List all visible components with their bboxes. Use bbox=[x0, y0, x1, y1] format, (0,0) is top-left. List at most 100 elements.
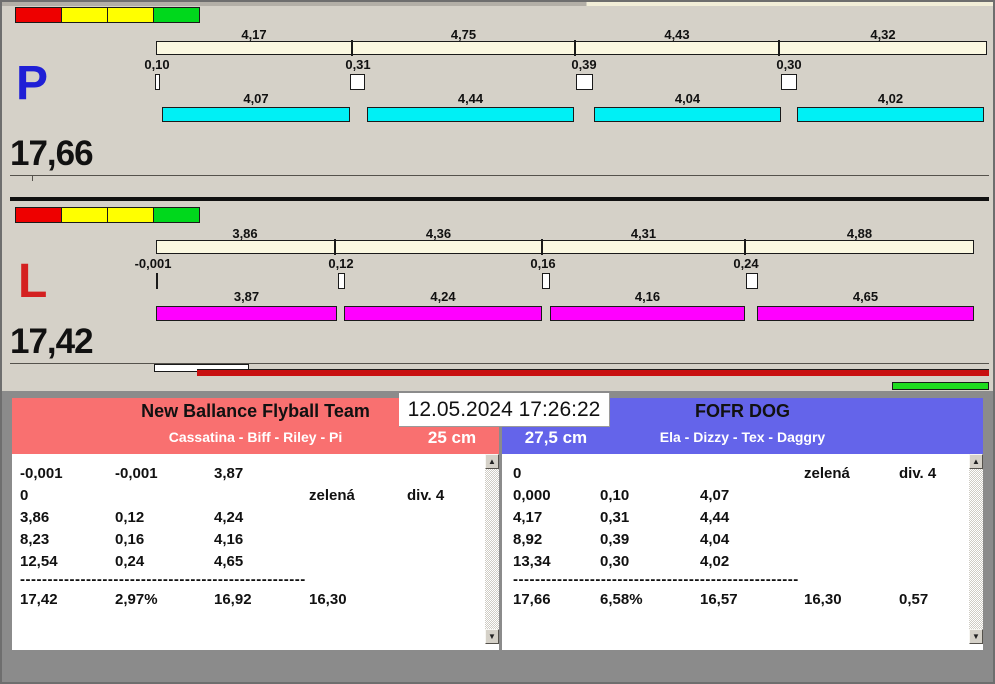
changeover-label: 0,12 bbox=[328, 256, 354, 271]
cell bbox=[804, 507, 899, 529]
cell bbox=[899, 551, 969, 573]
split-time-label: 4,43 bbox=[664, 27, 690, 42]
table-row: 0 zelená div. 4 bbox=[12, 485, 485, 507]
dog-time-label: 4,44 bbox=[457, 91, 484, 106]
top-edge-strip bbox=[2, 2, 993, 6]
dog-time-bar-p bbox=[797, 107, 984, 122]
progress-bar-red bbox=[197, 369, 989, 376]
team-right-scrollbar[interactable]: ▲ ▼ bbox=[969, 454, 983, 644]
cell bbox=[309, 463, 407, 485]
changeover-label: 0,30 bbox=[776, 57, 802, 72]
split-time-label: 4,31 bbox=[630, 226, 657, 241]
cell: 17,66 bbox=[513, 591, 551, 608]
split-time-label: 4,17 bbox=[241, 27, 267, 42]
dog-time-label: 4,24 bbox=[430, 289, 456, 304]
cell: 4,44 bbox=[700, 509, 730, 526]
changeover-box bbox=[781, 74, 797, 90]
cell bbox=[214, 485, 309, 507]
table-row: 3,86 0,12 4,24 bbox=[12, 507, 485, 529]
cell: 8,92 bbox=[513, 531, 543, 548]
changeover-label: 0,16 bbox=[530, 256, 556, 271]
lane-p-letter: P bbox=[16, 57, 49, 110]
cell: 0 bbox=[20, 487, 29, 504]
split-divider bbox=[351, 40, 353, 56]
cell: 16,30 bbox=[309, 591, 347, 608]
cell bbox=[407, 551, 485, 573]
cell: 17,42 bbox=[20, 591, 58, 608]
light-yellow-icon bbox=[107, 207, 154, 223]
scroll-down-icon[interactable]: ▼ bbox=[969, 629, 983, 644]
changeover-label: -0,001 bbox=[134, 256, 172, 271]
dog-time-label: 4,02 bbox=[877, 91, 904, 106]
split-time-label: 4,75 bbox=[450, 27, 477, 42]
changeover-box bbox=[338, 273, 345, 289]
cell: 8,23 bbox=[20, 531, 50, 548]
dog-time-label: 4,04 bbox=[674, 91, 701, 106]
cell: -0,001 bbox=[115, 465, 158, 482]
cell bbox=[115, 485, 214, 507]
dog-time-label: 4,16 bbox=[634, 289, 661, 304]
split-divider bbox=[744, 239, 746, 255]
cell: 16,57 bbox=[700, 591, 738, 608]
cell: zelená bbox=[804, 465, 850, 482]
light-yellow-icon bbox=[107, 7, 154, 23]
cell: 0,10 bbox=[600, 487, 630, 504]
cell: 6,58% bbox=[600, 591, 643, 608]
cell: 12,54 bbox=[20, 553, 58, 570]
cell: 0,12 bbox=[115, 509, 145, 526]
dog-time-bar-l bbox=[344, 306, 542, 321]
dog-time-bar-l bbox=[156, 306, 337, 321]
changeover-box bbox=[542, 273, 550, 289]
changeover-box bbox=[155, 74, 160, 90]
split-divider bbox=[778, 40, 780, 56]
cell bbox=[309, 507, 407, 529]
scroll-down-icon[interactable]: ▼ bbox=[485, 629, 499, 644]
progress-bar-green bbox=[892, 382, 989, 390]
changeover-tick bbox=[156, 273, 158, 289]
table-row: 13,34 0,30 4,02 bbox=[502, 551, 969, 573]
flyball-timer-window: P 17,66 4,17 4,75 4,43 4,32 0,10 0,31 0,… bbox=[0, 0, 995, 684]
light-green-icon bbox=[153, 7, 200, 23]
dog-time-bar-p bbox=[594, 107, 781, 122]
cell: 0,16 bbox=[115, 531, 145, 548]
table-row: -0,001 -0,001 3,87 bbox=[12, 463, 485, 485]
cell: -0,001 bbox=[20, 465, 63, 482]
table-row: 4,17 0,31 4,44 bbox=[502, 507, 969, 529]
dog-time-label: 4,65 bbox=[852, 289, 879, 304]
lane-divider bbox=[10, 197, 989, 201]
changeover-box bbox=[746, 273, 758, 289]
split-divider bbox=[541, 239, 543, 255]
scroll-up-icon[interactable]: ▲ bbox=[485, 454, 499, 469]
changeover-label: 0,39 bbox=[571, 57, 597, 72]
cell: 16,30 bbox=[804, 591, 842, 608]
table-totals-row: 17,42 2,97% 16,92 16,30 bbox=[12, 589, 485, 611]
cell bbox=[600, 463, 700, 485]
section-line bbox=[10, 175, 989, 176]
split-divider bbox=[334, 239, 336, 255]
dog-time-bar-l bbox=[550, 306, 745, 321]
dog-time-label: 3,87 bbox=[233, 289, 260, 304]
cell: div. 4 bbox=[899, 465, 937, 482]
cell: 0,31 bbox=[600, 509, 630, 526]
team-right-jump-height: 27,5 cm bbox=[524, 428, 588, 447]
scroll-up-icon[interactable]: ▲ bbox=[969, 454, 983, 469]
split-time-label: 4,32 bbox=[870, 27, 896, 42]
team-right-table: 0 zelená div. 4 0,000 0,10 4,07 4,17 0,31 4,44… bbox=[502, 454, 969, 650]
light-red-icon bbox=[15, 207, 62, 223]
cell: 0,57 bbox=[899, 591, 929, 608]
changeover-label: 0,10 bbox=[144, 57, 170, 72]
changeover-label: 0,31 bbox=[345, 57, 371, 72]
team-left-scrollbar[interactable]: ▲ ▼ bbox=[485, 454, 499, 644]
section-tick bbox=[32, 175, 33, 181]
cell bbox=[804, 529, 899, 551]
cell: 0,24 bbox=[115, 553, 145, 570]
cell: div. 4 bbox=[407, 487, 445, 504]
split-time-label: 3,86 bbox=[232, 226, 258, 241]
split-time-label: 4,36 bbox=[425, 226, 452, 241]
cell: 3,86 bbox=[20, 509, 50, 526]
clock-display: 12.05.2024 17:26:22 bbox=[399, 393, 610, 427]
lane-l-letter: L bbox=[18, 255, 48, 308]
table-separator: ----------------------------------------… bbox=[513, 573, 799, 588]
changeover-box bbox=[350, 74, 365, 90]
light-yellow-icon bbox=[61, 7, 108, 23]
